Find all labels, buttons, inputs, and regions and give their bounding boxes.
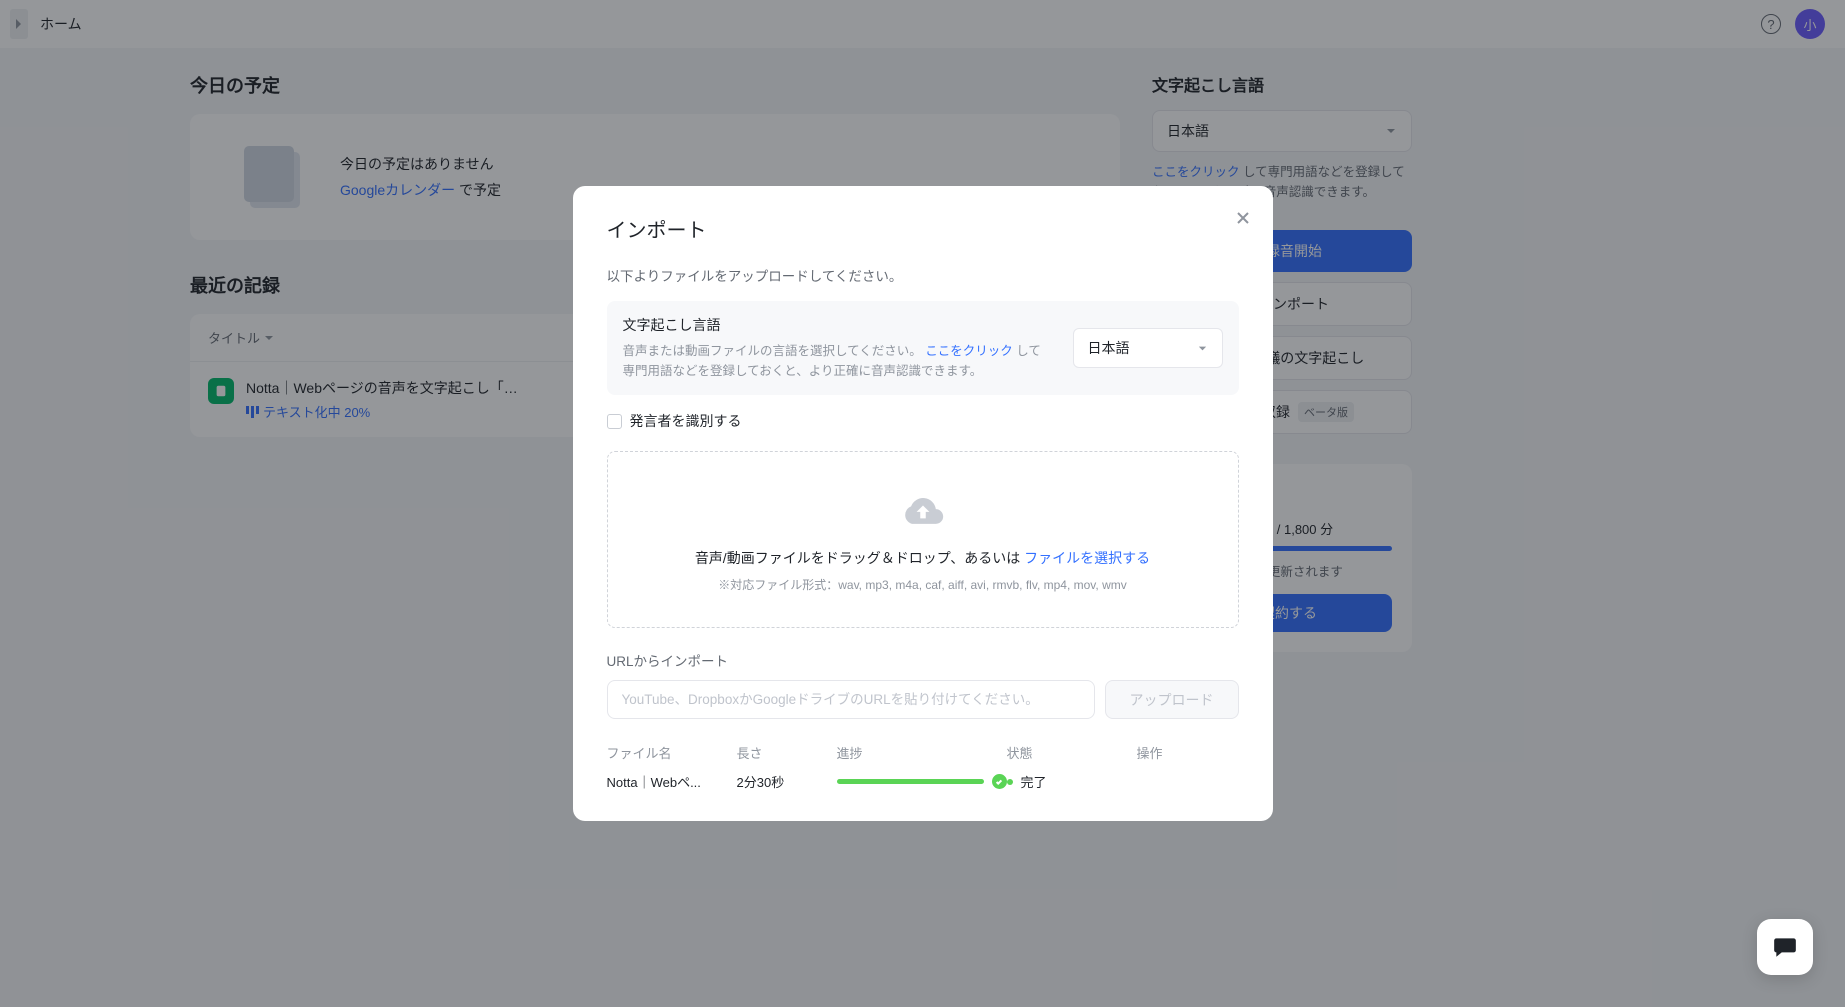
file-select-link[interactable]: ファイルを選択する — [1024, 550, 1150, 566]
supported-formats: ※対応ファイル形式：wav, mp3, m4a, caf, aiff, avi,… — [628, 576, 1218, 593]
col-filename: ファイル名 — [607, 743, 737, 762]
col-progress: 進捗 — [837, 743, 1007, 762]
chat-button[interactable] — [1757, 919, 1813, 975]
modal-lang-desc: 音声または動画ファイルの言語を選択してください。 ここをクリック して専門用語な… — [623, 341, 1053, 381]
modal-subtitle: 以下よりファイルをアップロードしてください。 — [607, 265, 1239, 285]
modal-language-box: 文字起こし言語 音声または動画ファイルの言語を選択してください。 ここをクリック… — [607, 301, 1239, 395]
url-input[interactable] — [607, 680, 1095, 719]
drop-instruction: 音声/動画ファイルをドラッグ＆ドロップ、あるいは ファイルを選択する — [628, 548, 1218, 568]
file-progress — [837, 774, 1007, 789]
modal-overlay[interactable]: インポート 以下よりファイルをアップロードしてください。 文字起こし言語 音声ま… — [0, 0, 1845, 1007]
col-length: 長さ — [737, 743, 837, 762]
chat-icon — [1772, 934, 1798, 960]
file-status: 完了 — [1007, 772, 1137, 791]
url-import-label: URLからインポート — [607, 650, 1239, 670]
upload-file-table: ファイル名 長さ 進捗 状態 操作 Notta｜Webペ... 2分30秒 完了 — [607, 743, 1239, 791]
modal-title: インポート — [607, 214, 1239, 243]
file-name: Notta｜Webペ... — [607, 772, 737, 791]
upload-button[interactable]: アップロード — [1105, 680, 1239, 719]
modal-language-select[interactable]: 日本語 — [1073, 328, 1223, 368]
cloud-upload-icon — [901, 492, 945, 530]
col-action: 操作 — [1137, 743, 1239, 762]
chevron-down-icon — [1197, 343, 1208, 354]
close-button[interactable] — [1233, 208, 1253, 228]
file-dropzone[interactable]: 音声/動画ファイルをドラッグ＆ドロップ、あるいは ファイルを選択する ※対応ファ… — [607, 451, 1239, 628]
col-status: 状態 — [1007, 743, 1137, 762]
modal-lang-title: 文字起こし言語 — [623, 315, 1053, 335]
speaker-label: 発言者を識別する — [630, 411, 742, 431]
speaker-checkbox[interactable] — [607, 414, 622, 429]
progress-bar — [837, 779, 984, 784]
progress-complete-icon — [992, 774, 1007, 789]
file-length: 2分30秒 — [737, 772, 837, 791]
speaker-identify-row[interactable]: 発言者を識別する — [607, 411, 1239, 431]
modal-lang-link[interactable]: ここをクリック — [925, 344, 1013, 358]
status-dot-icon — [1007, 779, 1013, 785]
close-icon — [1236, 211, 1250, 225]
import-modal: インポート 以下よりファイルをアップロードしてください。 文字起こし言語 音声ま… — [573, 186, 1273, 821]
upload-file-row: Notta｜Webペ... 2分30秒 完了 — [607, 772, 1239, 791]
